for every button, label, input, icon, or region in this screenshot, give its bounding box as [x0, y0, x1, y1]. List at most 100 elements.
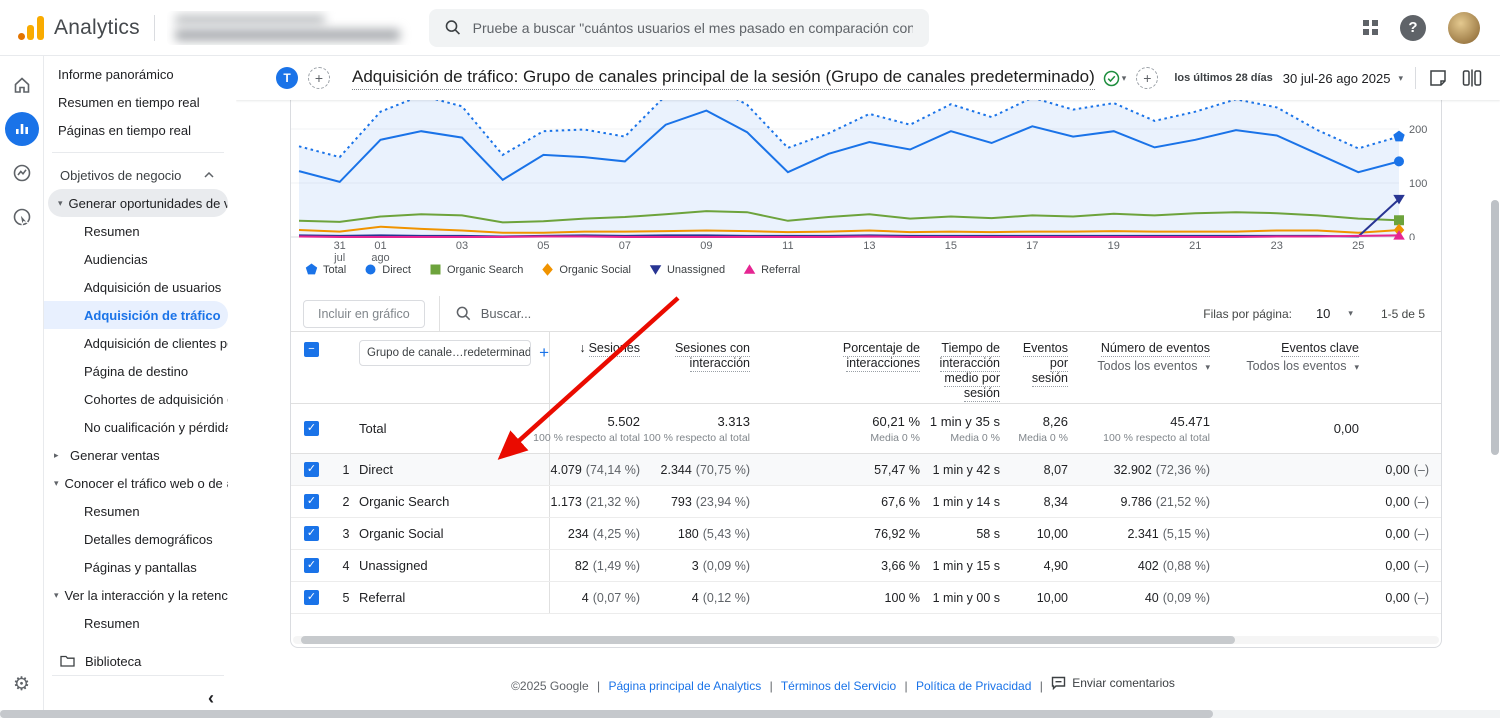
chart-legend: Total Direct Organic Search Organic Social U… — [305, 263, 800, 276]
sidebar-item-biblioteca[interactable]: Biblioteca — [44, 647, 228, 675]
table-row-organic-search[interactable]: ✓2Organic Search1.173(21,32 %)793(23,94 … — [291, 486, 1441, 518]
add-dimension-button[interactable]: + — [539, 343, 549, 363]
add-report-button[interactable]: + — [1136, 67, 1158, 89]
sidebar-item-resumen[interactable]: Resumen — [44, 497, 228, 525]
sidebar-item-paginas-en-tiempo-real[interactable]: Páginas en tiempo real — [44, 116, 228, 144]
compare-icon[interactable] — [1462, 69, 1482, 87]
column-header-porcentaje-de-interacciones[interactable]: Porcentaje deinteracciones — [764, 332, 934, 403]
metric-cell: 1 min y 42 s — [934, 454, 1014, 485]
apps-grid-icon[interactable] — [1363, 20, 1378, 35]
insights-card-icon[interactable] — [1428, 68, 1448, 88]
date-range-value[interactable]: 30 jul-26 ago 2025 — [1283, 71, 1391, 86]
svg-text:100: 100 — [1409, 178, 1427, 190]
help-icon[interactable]: ? — [1400, 15, 1426, 41]
select-all-checkbox[interactable]: − — [304, 342, 319, 357]
sidebar-item-adquisicion-de-trafico[interactable]: Adquisición de tráfico — [44, 301, 228, 329]
user-avatar[interactable] — [1448, 12, 1480, 44]
analytics-home-link[interactable]: Página principal de Analytics — [608, 679, 761, 693]
table-search[interactable]: Buscar... — [456, 306, 532, 321]
column-header-eventos-por-sesion[interactable]: Eventosporsesión — [1014, 332, 1082, 403]
sidebar-item-conocer-el-trafico-web-o-de-a[interactable]: ▾Conocer el tráfico web o de a... — [44, 469, 228, 497]
total-metric-cell: 5.502100 % respecto al total — [549, 404, 654, 453]
global-search[interactable]: Pruebe a buscar "cuántos usuarios el mes… — [429, 9, 929, 47]
rows-per-page-select[interactable]: 10 — [1316, 306, 1330, 321]
scrollbar-thumb[interactable] — [0, 710, 1213, 718]
total-row-checkbox[interactable]: ✓ — [304, 421, 319, 436]
sidebar-item-pagina-de-destino[interactable]: Página de destino — [44, 357, 228, 385]
legend-item-total[interactable]: Total — [305, 263, 346, 276]
row-checkbox[interactable]: ✓ — [304, 462, 319, 477]
row-checkbox[interactable]: ✓ — [304, 590, 319, 605]
sidebar-item-audiencias[interactable]: Audiencias — [44, 245, 228, 273]
column-header-numero-de-eventos[interactable]: Número de eventosTodos los eventos▾ — [1082, 332, 1224, 403]
metric-cell: 1 min y 14 s — [934, 486, 1014, 517]
sidebar-item-no-cualificacion-y-perdida[interactable]: No cualificación y pérdida ... — [44, 413, 228, 441]
sidebar-item-label: Adquisición de usuarios — [84, 280, 221, 295]
caret-down-icon[interactable]: ▾ — [1348, 308, 1353, 319]
row-checkbox[interactable]: ✓ — [304, 558, 319, 573]
total-metric-cell: 60,21 %Media 0 % — [764, 404, 934, 453]
report-header: T + Adquisición de tráfico: Grupo de can… — [236, 56, 1500, 100]
event-filter-dropdown[interactable]: Todos los eventos▾ — [1246, 359, 1359, 373]
sidebar-item-label: Conocer el tráfico web o de a... — [65, 476, 228, 491]
column-header-eventos-clave[interactable]: Eventos claveTodos los eventos▾ — [1224, 332, 1442, 403]
row-checkbox[interactable]: ✓ — [304, 526, 319, 541]
dimension-dropdown[interactable]: Grupo de canale…redeterminado) ▾ — [359, 340, 531, 366]
row-checkbox[interactable]: ✓ — [304, 494, 319, 509]
legend-label: Referral — [761, 264, 800, 276]
legend-item-unassigned[interactable]: Unassigned — [649, 263, 725, 276]
sidebar-item-cohortes-de-adquisicion-d[interactable]: Cohortes de adquisición d... — [44, 385, 228, 413]
sidebar-item-detalles-demograficos[interactable]: Detalles demográficos — [44, 525, 228, 553]
home-icon[interactable] — [5, 68, 39, 102]
column-header-sesiones[interactable]: ↓Sesiones — [549, 332, 654, 403]
vertical-scrollbar[interactable] — [1491, 200, 1499, 455]
column-header-sesiones-con-interaccion[interactable]: Sesiones coninteracción — [654, 332, 764, 403]
send-feedback-button[interactable]: Enviar comentarios — [1051, 676, 1175, 690]
gear-icon[interactable]: ⚙ — [13, 673, 30, 696]
terms-link[interactable]: Términos del Servicio — [781, 679, 896, 693]
include-in-chart-chip[interactable]: Incluir en gráfico — [303, 300, 425, 328]
caret-down-icon[interactable]: ▾ — [1398, 73, 1403, 84]
reports-icon[interactable] — [5, 112, 39, 146]
table-row-organic-social[interactable]: ✓3Organic Social234(4,25 %)180(5,43 %)76… — [291, 518, 1441, 550]
sidebar-item-ver-la-interaccion-y-la-retenci[interactable]: ▾Ver la interacción y la retenci... — [44, 581, 228, 609]
table-row-direct[interactable]: ✓1Direct4.079(74,14 %)2.344(70,75 %)57,4… — [291, 454, 1441, 486]
sidebar-item-resumen-en-tiempo-real[interactable]: Resumen en tiempo real — [44, 88, 228, 116]
sidebar-item-resumen[interactable]: Resumen — [44, 217, 228, 245]
add-collaborator-button[interactable]: + — [308, 67, 330, 89]
chevron-up-icon[interactable] — [204, 172, 214, 178]
sidebar-item-label: Resumen — [84, 504, 140, 519]
sidebar-item-generar-ventas[interactable]: ▸Generar ventas — [44, 441, 228, 469]
sidebar-item-label: Adquisición de tráfico — [84, 308, 221, 323]
account-selector[interactable] — [167, 11, 415, 45]
report-title[interactable]: Adquisición de tráfico: Grupo de canales… — [352, 67, 1095, 90]
report-owner-badge[interactable]: T — [276, 67, 298, 89]
table-row-referral[interactable]: ✓5Referral4(0,07 %)4(0,12 %)100 %1 min y… — [291, 582, 1441, 614]
analytics-logo[interactable]: Analytics — [0, 16, 140, 40]
x-tick-label: 01 ago — [371, 240, 389, 264]
legend-item-direct[interactable]: Direct — [364, 263, 411, 276]
privacy-link[interactable]: Política de Privacidad — [916, 679, 1031, 693]
check-circle-icon — [1103, 70, 1120, 87]
sidebar-item-generar-oportunidades-de-v[interactable]: ▾Generar oportunidades de v... — [48, 189, 228, 217]
horizontal-scrollbar[interactable] — [0, 710, 1500, 718]
sidebar-item-paginas-y-pantallas[interactable]: Páginas y pantallas — [44, 553, 228, 581]
legend-label: Organic Search — [447, 264, 523, 276]
table-horizontal-scrollbar[interactable] — [293, 636, 1439, 644]
sidebar-item-adquisicion-de-clientes-pot[interactable]: Adquisición de clientes pot... — [44, 329, 228, 357]
sidebar-item-objetivos-de-negocio[interactable]: Objetivos de negocio — [44, 161, 228, 189]
explore-icon[interactable] — [5, 156, 39, 190]
column-header-tiempo-de-interaccion-medio-por-sesion[interactable]: Tiempo deinteracciónmedio porsesión — [934, 332, 1014, 403]
table-row-unassigned[interactable]: ✓4Unassigned82(1,49 %)3(0,09 %)3,66 %1 m… — [291, 550, 1441, 582]
report-status-dropdown[interactable]: ▾ — [1103, 70, 1127, 87]
sidebar-item-informe-panoramico[interactable]: Informe panorámico — [44, 60, 228, 88]
legend-item-referral[interactable]: Referral — [743, 263, 800, 276]
event-filter-dropdown[interactable]: Todos los eventos▾ — [1097, 359, 1210, 373]
legend-item-organic-search[interactable]: Organic Search — [429, 263, 523, 276]
advertising-icon[interactable] — [5, 200, 39, 234]
sidebar-item-resumen[interactable]: Resumen — [44, 609, 228, 637]
sidebar-item-adquisicion-de-usuarios[interactable]: Adquisición de usuarios — [44, 273, 228, 301]
x-tick-label: 15 — [945, 240, 957, 252]
scrollbar-thumb[interactable] — [301, 636, 1235, 644]
legend-item-organic-social[interactable]: Organic Social — [541, 263, 631, 276]
